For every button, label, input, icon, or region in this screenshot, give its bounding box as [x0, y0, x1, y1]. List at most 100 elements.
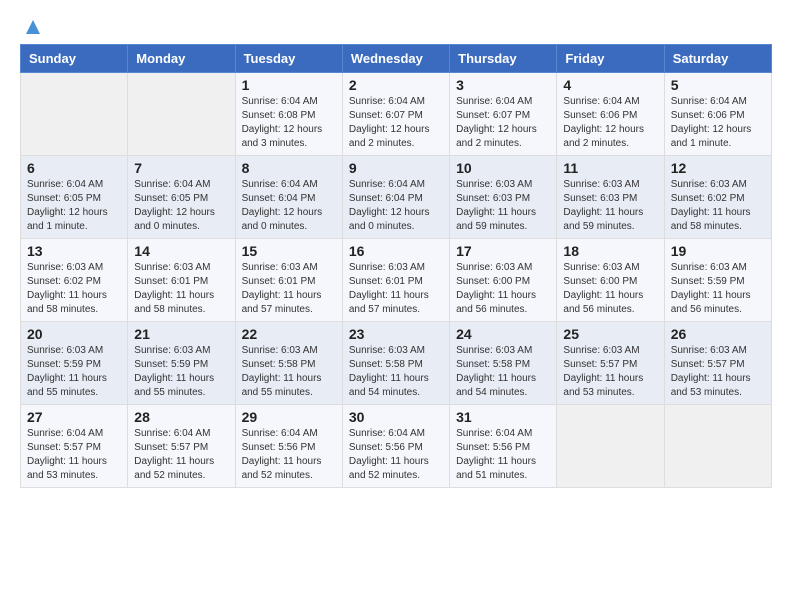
calendar-cell: 9 Sunrise: 6:04 AM Sunset: 6:04 PM Daylig…: [342, 156, 449, 239]
calendar-cell: 20Sunrise: 6:03 AM Sunset: 5:59 PM Dayli…: [21, 322, 128, 405]
header-friday: Friday: [557, 45, 664, 73]
calendar-cell: 10 Sunrise: 6:03 AM Sunset: 6:03 PM Dayli…: [450, 156, 557, 239]
day-number: 19: [671, 243, 765, 259]
day-number: 14: [134, 243, 228, 259]
day-info: Sunrise: 6:04 AM Sunset: 6:06 PM Dayligh…: [563, 95, 657, 151]
calendar-cell: 13 Sunrise: 6:03 AM Sunset: 6:02 PM Dayli…: [21, 239, 128, 322]
day-info: Sunrise: 6:04 AM Sunset: 6:07 PM Dayligh…: [349, 95, 443, 151]
day-info: Sunrise: 6:04 AM Sunset: 6:05 PM Dayligh…: [27, 178, 121, 234]
day-number: 1: [242, 77, 336, 93]
day-number: 13: [27, 243, 121, 259]
day-info: Sunrise: 6:03 AM Sunset: 5:58 PM Dayligh…: [456, 344, 550, 400]
day-info: Sunrise: 6:04 AM Sunset: 5:56 PM Dayligh…: [456, 427, 550, 483]
calendar-cell: 25 Sunrise: 6:03 AM Sunset: 5:57 PM Dayli…: [557, 322, 664, 405]
day-info: Sunrise: 6:03 AM Sunset: 6:00 PM Dayligh…: [456, 261, 550, 317]
day-number: 27: [27, 409, 121, 425]
calendar-cell: 18 Sunrise: 6:03 AM Sunset: 6:00 PM Dayli…: [557, 239, 664, 322]
day-number: 9: [349, 160, 443, 176]
day-info: Sunrise: 6:04 AM Sunset: 5:57 PM Dayligh…: [27, 427, 121, 483]
calendar-cell: 17 Sunrise: 6:03 AM Sunset: 6:00 PM Dayli…: [450, 239, 557, 322]
day-info: Sunrise: 6:03 AM Sunset: 5:58 PM Dayligh…: [349, 344, 443, 400]
day-number: 17: [456, 243, 550, 259]
day-number: 30: [349, 409, 443, 425]
weekday-header-row: Sunday Monday Tuesday Wednesday Thursday…: [21, 45, 772, 73]
day-info: Sunrise: 6:04 AM Sunset: 6:06 PM Dayligh…: [671, 95, 765, 151]
header-monday: Monday: [128, 45, 235, 73]
calendar-cell: 24 Sunrise: 6:03 AM Sunset: 5:58 PM Dayli…: [450, 322, 557, 405]
header-sunday: Sunday: [21, 45, 128, 73]
day-info: Sunrise: 6:03 AM Sunset: 6:02 PM Dayligh…: [671, 178, 765, 234]
calendar-table: Sunday Monday Tuesday Wednesday Thursday…: [20, 44, 772, 488]
day-info: Sunrise: 6:03 AM Sunset: 5:58 PM Dayligh…: [242, 344, 336, 400]
day-number: 6: [27, 160, 121, 176]
day-number: 22: [242, 326, 336, 342]
day-number: 8: [242, 160, 336, 176]
calendar-cell: 19 Sunrise: 6:03 AM Sunset: 5:59 PM Dayli…: [664, 239, 771, 322]
calendar-cell: 7 Sunrise: 6:04 AM Sunset: 6:05 PM Daylig…: [128, 156, 235, 239]
day-info: Sunrise: 6:03 AM Sunset: 5:57 PM Dayligh…: [563, 344, 657, 400]
day-number: 21: [134, 326, 228, 342]
day-info: Sunrise: 6:03 AM Sunset: 6:02 PM Dayligh…: [27, 261, 121, 317]
day-info: Sunrise: 6:04 AM Sunset: 6:04 PM Dayligh…: [349, 178, 443, 234]
header-thursday: Thursday: [450, 45, 557, 73]
calendar-cell: 26 Sunrise: 6:03 AM Sunset: 5:57 PM Dayli…: [664, 322, 771, 405]
logo-arrow-icon: [22, 16, 44, 38]
calendar-cell: 27 Sunrise: 6:04 AM Sunset: 5:57 PM Dayli…: [21, 405, 128, 488]
calendar-cell: 6 Sunrise: 6:04 AM Sunset: 6:05 PM Daylig…: [21, 156, 128, 239]
day-number: 23: [349, 326, 443, 342]
header-saturday: Saturday: [664, 45, 771, 73]
calendar-cell: 16Sunrise: 6:03 AM Sunset: 6:01 PM Dayli…: [342, 239, 449, 322]
calendar-cell: 4 Sunrise: 6:04 AM Sunset: 6:06 PM Daylig…: [557, 73, 664, 156]
day-number: 3: [456, 77, 550, 93]
day-info: Sunrise: 6:03 AM Sunset: 5:59 PM Dayligh…: [134, 344, 228, 400]
day-number: 28: [134, 409, 228, 425]
calendar-cell: 14 Sunrise: 6:03 AM Sunset: 6:01 PM Dayli…: [128, 239, 235, 322]
calendar-cell: 2Sunrise: 6:04 AM Sunset: 6:07 PM Daylig…: [342, 73, 449, 156]
calendar-cell: 3Sunrise: 6:04 AM Sunset: 6:07 PM Daylig…: [450, 73, 557, 156]
calendar-cell: 22 Sunrise: 6:03 AM Sunset: 5:58 PM Dayli…: [235, 322, 342, 405]
day-info: Sunrise: 6:03 AM Sunset: 6:00 PM Dayligh…: [563, 261, 657, 317]
day-number: 24: [456, 326, 550, 342]
calendar-cell: 28 Sunrise: 6:04 AM Sunset: 5:57 PM Dayli…: [128, 405, 235, 488]
day-info: Sunrise: 6:04 AM Sunset: 5:57 PM Dayligh…: [134, 427, 228, 483]
day-info: Sunrise: 6:03 AM Sunset: 6:03 PM Dayligh…: [456, 178, 550, 234]
day-number: 4: [563, 77, 657, 93]
calendar-cell: 21 Sunrise: 6:03 AM Sunset: 5:59 PM Dayli…: [128, 322, 235, 405]
day-info: Sunrise: 6:04 AM Sunset: 6:05 PM Dayligh…: [134, 178, 228, 234]
calendar-cell: 5 Sunrise: 6:04 AM Sunset: 6:06 PM Daylig…: [664, 73, 771, 156]
day-number: 31: [456, 409, 550, 425]
calendar-cell: 15Sunrise: 6:03 AM Sunset: 6:01 PM Dayli…: [235, 239, 342, 322]
day-number: 12: [671, 160, 765, 176]
calendar-cell: 11Sunrise: 6:03 AM Sunset: 6:03 PM Dayli…: [557, 156, 664, 239]
logo: [20, 20, 44, 34]
day-number: 20: [27, 326, 121, 342]
day-number: 18: [563, 243, 657, 259]
day-info: Sunrise: 6:03 AM Sunset: 6:01 PM Dayligh…: [349, 261, 443, 317]
day-number: 25: [563, 326, 657, 342]
day-info: Sunrise: 6:03 AM Sunset: 5:59 PM Dayligh…: [671, 261, 765, 317]
calendar-cell: 8Sunrise: 6:04 AM Sunset: 6:04 PM Daylig…: [235, 156, 342, 239]
day-info: Sunrise: 6:04 AM Sunset: 5:56 PM Dayligh…: [242, 427, 336, 483]
day-number: 11: [563, 160, 657, 176]
day-info: Sunrise: 6:03 AM Sunset: 6:01 PM Dayligh…: [134, 261, 228, 317]
header-wednesday: Wednesday: [342, 45, 449, 73]
header-tuesday: Tuesday: [235, 45, 342, 73]
calendar-cell: [21, 73, 128, 156]
calendar-week-row: 13 Sunrise: 6:03 AM Sunset: 6:02 PM Dayli…: [21, 239, 772, 322]
page-header: [20, 20, 772, 34]
day-number: 26: [671, 326, 765, 342]
calendar-cell: 1 Sunrise: 6:04 AM Sunset: 6:08 PM Daylig…: [235, 73, 342, 156]
day-number: 29: [242, 409, 336, 425]
calendar-week-row: 6 Sunrise: 6:04 AM Sunset: 6:05 PM Daylig…: [21, 156, 772, 239]
calendar-cell: 30Sunrise: 6:04 AM Sunset: 5:56 PM Dayli…: [342, 405, 449, 488]
calendar-week-row: 1 Sunrise: 6:04 AM Sunset: 6:08 PM Daylig…: [21, 73, 772, 156]
calendar-cell: [664, 405, 771, 488]
day-info: Sunrise: 6:04 AM Sunset: 6:08 PM Dayligh…: [242, 95, 336, 151]
day-number: 5: [671, 77, 765, 93]
calendar-cell: [557, 405, 664, 488]
calendar-cell: 23 Sunrise: 6:03 AM Sunset: 5:58 PM Dayli…: [342, 322, 449, 405]
day-number: 10: [456, 160, 550, 176]
calendar-cell: 29 Sunrise: 6:04 AM Sunset: 5:56 PM Dayli…: [235, 405, 342, 488]
day-number: 7: [134, 160, 228, 176]
day-info: Sunrise: 6:03 AM Sunset: 5:57 PM Dayligh…: [671, 344, 765, 400]
